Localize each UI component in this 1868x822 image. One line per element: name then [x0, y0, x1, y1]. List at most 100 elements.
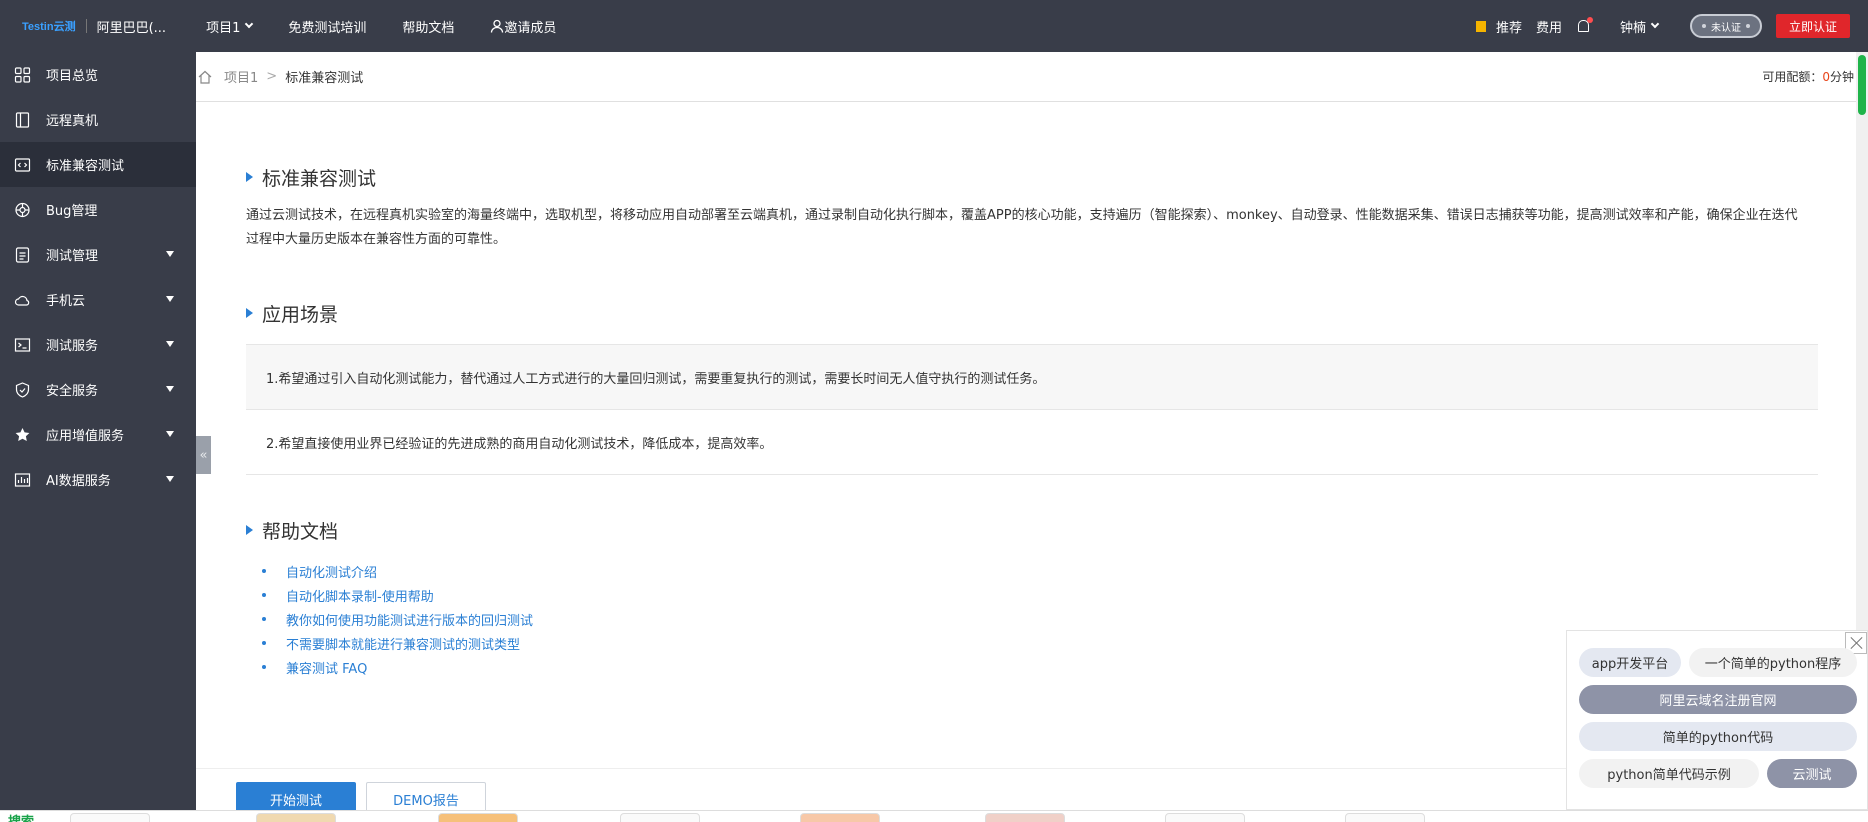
caret-down-icon [166, 251, 174, 257]
help-docs-link[interactable]: 帮助文档 [402, 17, 454, 36]
verify-status-badge[interactable]: 未认证 [1690, 14, 1762, 38]
sidebar-item-label: 项目总览 [46, 69, 99, 84]
verify-now-button[interactable]: 立即认证 [1776, 14, 1850, 38]
thumbnail[interactable] [620, 813, 700, 822]
topbar-right: 推荐 费用 钟楠 未认证 立即认证 [1475, 0, 1868, 52]
document-icon [14, 246, 31, 263]
home-icon[interactable] [198, 70, 212, 84]
dot-icon [1702, 24, 1706, 28]
caret-down-icon [166, 431, 174, 437]
quota-display: 可用配额：0分钟 [1762, 68, 1854, 85]
flag-icon [1475, 20, 1486, 32]
sidebar-item-label: 远程真机 [46, 114, 99, 129]
thumbnail[interactable] [70, 813, 150, 822]
caret-down-icon [166, 296, 174, 302]
shield-icon [14, 381, 31, 398]
ad-pill[interactable]: 阿里云域名注册官网 [1579, 685, 1857, 714]
help-link[interactable]: 教你如何使用功能测试进行版本的回归测试 [246, 607, 1818, 631]
sidebar-item-test-services[interactable]: 测试服务 [0, 322, 196, 367]
sidebar-item-bug[interactable]: Bug管理 [0, 187, 196, 232]
invite-members-link[interactable]: 邀请成员 [490, 17, 556, 36]
training-link[interactable]: 免费测试培训 [288, 17, 366, 36]
scenario-item: 2.希望直接使用业界已经验证的先进成熟的商用自动化测试技术，降低成本，提高效率。 [246, 410, 1818, 475]
invite-label: 邀请成员 [504, 20, 557, 36]
ad-pill[interactable]: app开发平台 [1579, 648, 1681, 677]
chevron-down-icon [245, 19, 254, 29]
sidebar-item-label: AI数据服务 [46, 474, 111, 489]
code-icon [14, 157, 31, 173]
notification-bell-icon[interactable] [1576, 17, 1593, 33]
user-menu[interactable]: 钟楠 [1619, 17, 1660, 36]
section-title-help: 帮助文档 [246, 513, 1818, 547]
chart-icon [14, 472, 31, 488]
testin-logo[interactable]: Testin云测 [22, 18, 76, 34]
sidebar-item-label: 测试服务 [46, 339, 99, 354]
sidebar-item-label: 手机云 [46, 294, 86, 309]
section-description: 通过云测试技术，在远程真机实验室的海量终端中，选取机型，将移动应用自动部署至云端… [246, 208, 1798, 247]
bug-icon [14, 202, 31, 218]
fee-link[interactable]: 费用 [1536, 17, 1562, 36]
user-name: 钟楠 [1619, 20, 1646, 36]
sidebar-item-phone-cloud[interactable]: 手机云 [0, 277, 196, 322]
quota-label: 可用配额： [1762, 70, 1823, 84]
scenario-list: 1.希望通过引入自动化测试能力，替代通过人工方式进行的大量回归测试，需要重复执行… [246, 344, 1818, 475]
divider [85, 19, 87, 33]
ad-pill[interactable]: 一个简单的python程序 [1689, 648, 1857, 677]
thumbnail[interactable] [1165, 813, 1245, 822]
user-icon [491, 19, 504, 33]
sidebar-item-test-management[interactable]: 测试管理 [0, 232, 196, 277]
thumbnail[interactable] [256, 813, 336, 822]
cloud-icon [14, 292, 31, 308]
sidebar-item-ai-data[interactable]: AI数据服务 [0, 457, 196, 502]
quota-unit: 分钟 [1829, 70, 1854, 84]
sidebar-item-remote-device[interactable]: 远程真机 [0, 97, 196, 142]
recommend-link[interactable]: 推荐 [1496, 17, 1522, 36]
section-title-text: 标准兼容测试 [262, 167, 377, 190]
help-link[interactable]: 自动化脚本录制-使用帮助 [246, 583, 1818, 607]
strip-label: 搜索 [8, 811, 34, 822]
sidebar-item-value-added[interactable]: 应用增值服务 [0, 412, 196, 457]
section-title-compat: 标准兼容测试 [246, 160, 1818, 194]
sidebar: 项目总览 远程真机 标准兼容测试 Bug管理 测试管理 手机云 测试服务 安全服… [0, 52, 196, 822]
top-navbar: Testin云测 阿里巴巴(... 项目1 免费测试培训 帮助文档 邀请成员 推… [0, 0, 1868, 52]
ad-popup: app开发平台 一个简单的python程序 阿里云域名注册官网 简单的pytho… [1566, 630, 1868, 810]
triangle-right-icon [246, 525, 253, 535]
section-title-scenarios: 应用场景 [246, 296, 1818, 330]
star-icon [14, 427, 31, 443]
thumbnail[interactable] [800, 813, 880, 822]
project-switcher[interactable]: 项目1 [206, 17, 254, 36]
ad-pill[interactable]: python简单代码示例 [1579, 759, 1759, 788]
scrollbar-thumb[interactable] [1858, 55, 1866, 115]
triangle-right-icon [246, 308, 253, 318]
thumbnail[interactable] [438, 813, 518, 822]
ad-pill[interactable]: 简单的python代码 [1579, 722, 1857, 751]
chevron-down-icon [1650, 19, 1660, 29]
bottom-strip: 搜索 [0, 810, 1868, 822]
verify-status-label: 未认证 [1711, 22, 1741, 34]
breadcrumb-project[interactable]: 项目1 [224, 67, 258, 86]
breadcrumb-current: 标准兼容测试 [285, 71, 364, 86]
section-title-text: 应用场景 [262, 303, 339, 326]
quota-value: 0 [1822, 70, 1830, 84]
sidebar-item-compat-test[interactable]: 标准兼容测试 [0, 142, 196, 187]
help-link[interactable]: 自动化测试介绍 [246, 559, 1818, 583]
breadcrumb-separator: > [266, 69, 278, 84]
sidebar-item-overview[interactable]: 项目总览 [0, 52, 196, 97]
caret-down-icon [166, 341, 174, 347]
org-switcher[interactable]: 阿里巴巴(... [97, 17, 166, 36]
sidebar-collapse-toggle[interactable]: « [196, 436, 211, 474]
sidebar-item-label: Bug管理 [46, 204, 98, 219]
grid-icon [14, 66, 31, 83]
main-content: 标准兼容测试 通过云测试技术，在远程真机实验室的海量终端中，选取机型，将移动应用… [246, 160, 1818, 679]
triangle-right-icon [246, 172, 253, 182]
section-title-text: 帮助文档 [262, 520, 339, 543]
terminal-icon [14, 337, 31, 353]
ad-pill[interactable]: 云测试 [1767, 759, 1857, 788]
thumbnail[interactable] [985, 813, 1065, 822]
sidebar-item-security[interactable]: 安全服务 [0, 367, 196, 412]
sidebar-item-label: 标准兼容测试 [46, 159, 125, 174]
sidebar-item-label: 应用增值服务 [46, 429, 125, 444]
breadcrumb: 项目1 > 标准兼容测试 可用配额：0分钟 [196, 52, 1856, 102]
thumbnail[interactable] [1345, 813, 1425, 822]
scenario-item: 1.希望通过引入自动化测试能力，替代通过人工方式进行的大量回归测试，需要重复执行… [246, 345, 1818, 410]
